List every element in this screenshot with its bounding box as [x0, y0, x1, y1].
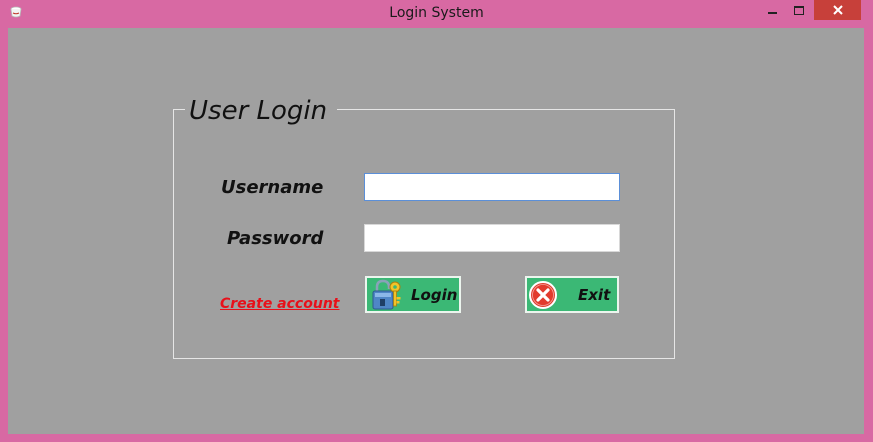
- exit-button[interactable]: Exit: [525, 276, 619, 313]
- maximize-button[interactable]: [786, 0, 812, 20]
- client-area: User Login Username Password Create acco…: [8, 28, 864, 434]
- group-title: User Login: [185, 96, 338, 126]
- window-title: Login System: [389, 5, 484, 21]
- login-window: Login System User Login Username Passwor…: [0, 0, 873, 442]
- minimize-button[interactable]: [759, 0, 785, 20]
- login-button[interactable]: Login: [365, 276, 461, 313]
- close-icon: [832, 5, 843, 15]
- close-button[interactable]: [814, 0, 861, 20]
- minimize-icon: [767, 12, 777, 14]
- username-field[interactable]: [364, 173, 620, 201]
- title-bar[interactable]: Login System: [0, 0, 873, 28]
- password-label: Password: [227, 228, 324, 249]
- exit-button-label: Exit: [578, 285, 611, 304]
- create-account-link[interactable]: Create account: [220, 296, 339, 312]
- username-label: Username: [221, 177, 324, 198]
- password-field[interactable]: [364, 224, 620, 252]
- close-circle-icon: [529, 280, 557, 309]
- login-button-label: Login: [411, 285, 458, 304]
- lock-key-icon: [372, 279, 401, 309]
- maximize-icon: [794, 5, 804, 15]
